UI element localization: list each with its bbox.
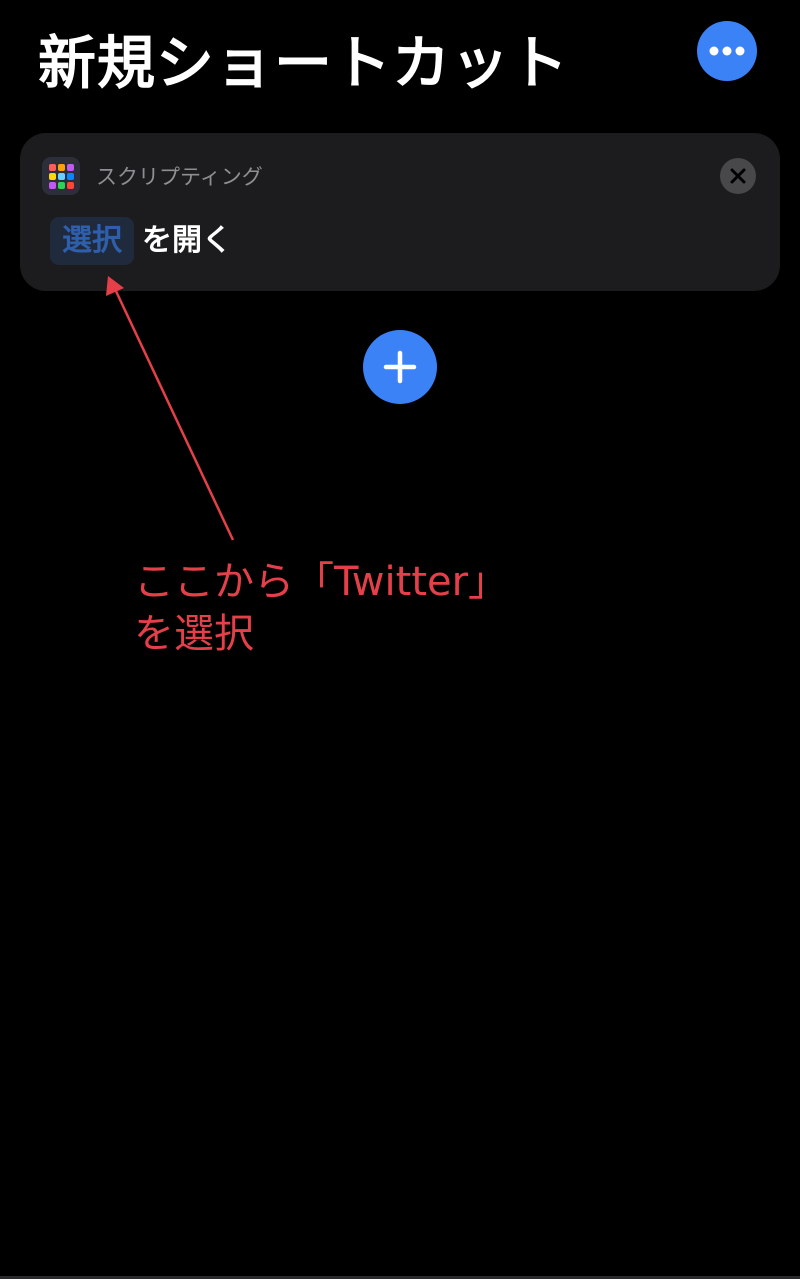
- add-action-button[interactable]: [363, 330, 437, 404]
- remove-action-button[interactable]: [720, 158, 756, 194]
- more-options-button[interactable]: [697, 21, 757, 81]
- action-row: 選択 を開く: [50, 215, 232, 267]
- annotation-line-1: ここから「Twitter」: [134, 559, 509, 605]
- page-title: 新規ショートカット: [38, 29, 570, 97]
- annotation-line-2: を選択: [134, 611, 254, 657]
- ellipsis-icon: [709, 46, 745, 56]
- app-parameter-token[interactable]: 選択: [50, 217, 134, 265]
- annotation-text: ここから「Twitter」 を選択: [134, 556, 508, 660]
- action-text: を開く: [142, 223, 232, 258]
- plus-icon: [383, 350, 417, 384]
- scripting-grid-icon: [42, 157, 80, 195]
- open-app-action-card[interactable]: スクリプティング 選択 を開く: [20, 133, 780, 291]
- action-card-header: スクリプティング: [42, 157, 263, 195]
- close-icon: [730, 168, 746, 184]
- category-label: スクリプティング: [96, 165, 263, 189]
